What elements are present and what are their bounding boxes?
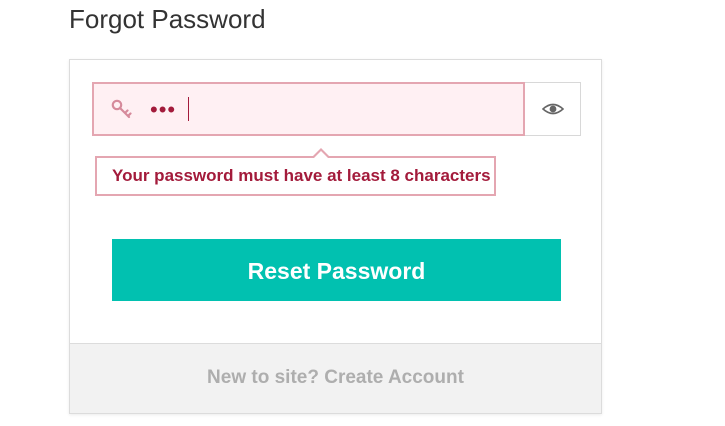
- show-password-button[interactable]: [525, 82, 581, 136]
- error-text: Your password must have at least 8 chara…: [112, 166, 491, 185]
- eye-icon: [542, 103, 564, 115]
- reset-card: ••• Your password must have at least 8 c…: [69, 59, 602, 414]
- password-error-message: Your password must have at least 8 chara…: [95, 148, 496, 196]
- password-input[interactable]: •••: [92, 82, 525, 136]
- create-account-link[interactable]: New to site? Create Account: [70, 343, 601, 413]
- text-caret: [188, 97, 189, 121]
- tooltip-arrow-fill: [314, 151, 328, 158]
- page-title: Forgot Password: [69, 4, 266, 34]
- password-value: •••: [150, 97, 177, 122]
- key-icon: [111, 99, 132, 119]
- reset-password-button[interactable]: Reset Password: [112, 239, 561, 301]
